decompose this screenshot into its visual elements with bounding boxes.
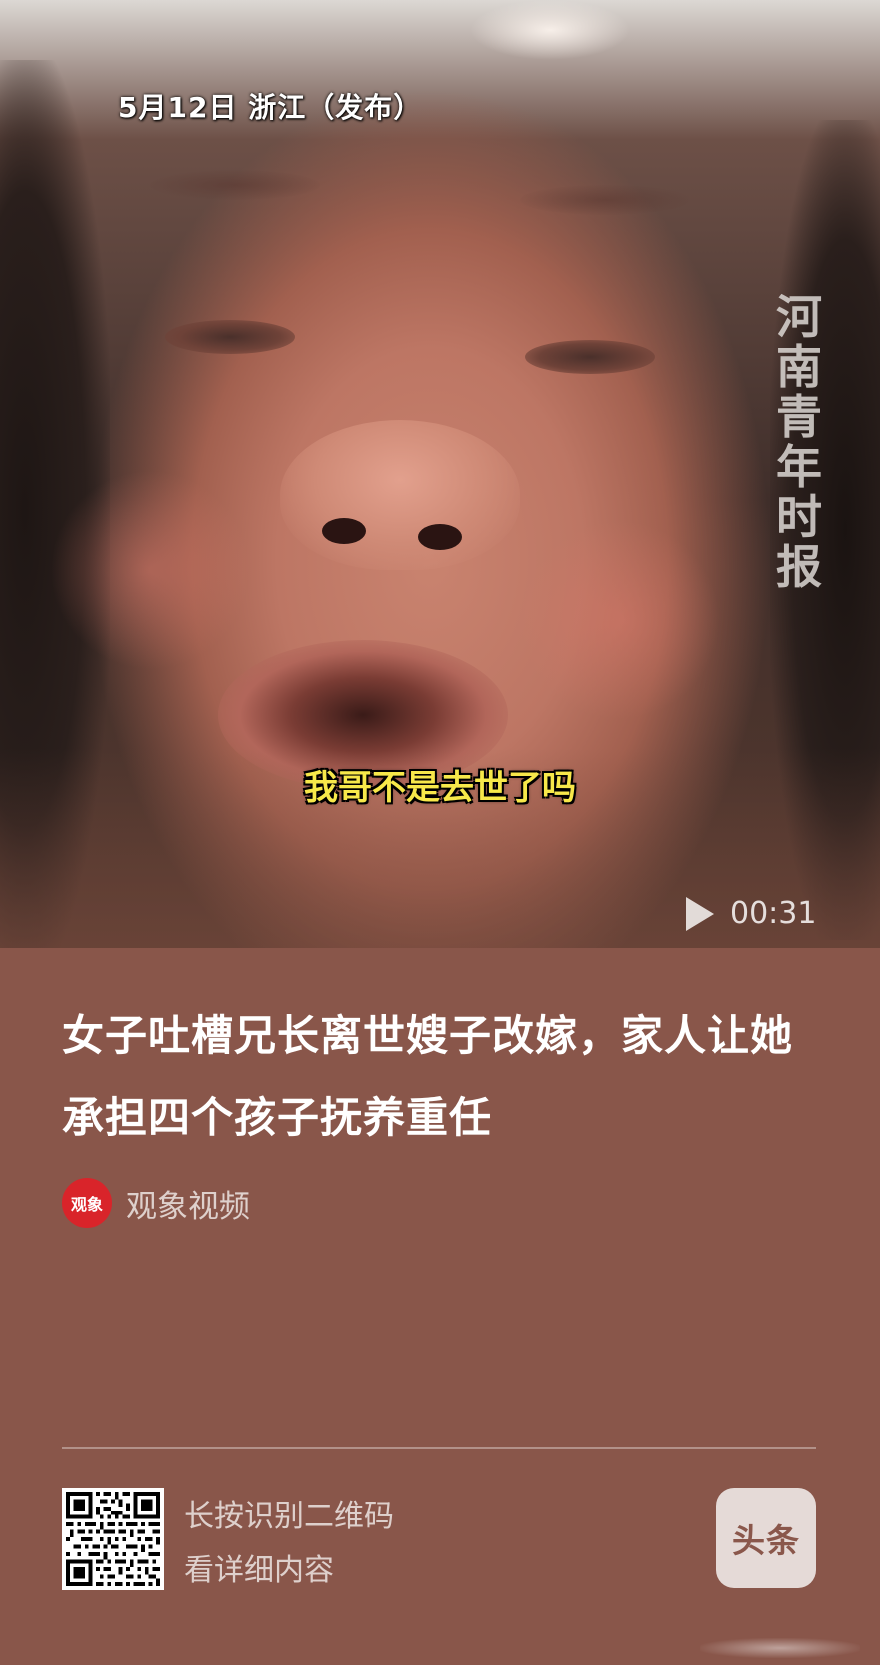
video-watermark: 河南青年时报 [776,290,822,594]
qr-hint-line1: 长按识别二维码 [184,1499,394,1534]
video-date-caption: 5月12日 浙江（发布） [118,91,423,124]
video-frame-nostril-left [322,518,366,544]
video-frame-nose [280,420,520,570]
video-frame-brow-left [150,170,320,200]
video-frame-eye-left [165,320,295,354]
source-logo-icon: 观象 [62,1178,112,1228]
video-subtitle: 我哥不是去世了吗 [304,768,576,808]
toutiao-logo[interactable]: 头条 [716,1488,816,1588]
video-frame-nostril-right [418,524,462,550]
article-headline[interactable]: 女子吐槽兄长离世嫂子改嫁，家人让她承担四个孩子抚养重任 [62,995,832,1159]
toutiao-logo-text: 头条 [732,1521,800,1560]
play-icon[interactable] [686,896,714,931]
divider [62,1447,816,1449]
video-frame-cheek-right [520,520,720,720]
video-frame-brow-right [520,185,690,215]
qr-hint-line2: 看详细内容 [184,1553,334,1588]
qr-hint: 长按识别二维码 看详细内容 [184,1490,394,1598]
article-source[interactable]: 观象 观象视频 [62,1178,250,1228]
video-frame-cheek-left [50,470,250,670]
video-duration-control[interactable]: 00:31 [686,896,816,931]
video-frame-eye-right [525,340,655,374]
video-frame-highlight [470,0,630,60]
source-name: 观象视频 [126,1188,250,1225]
blurred-watermark [700,1638,860,1658]
qr-code[interactable] [62,1488,164,1590]
video-duration: 00:31 [730,896,817,931]
qr-code-icon [66,1492,160,1586]
video-player[interactable]: 5月12日 浙江（发布） 河南青年时报 我哥不是去世了吗 00:31 [0,0,880,948]
